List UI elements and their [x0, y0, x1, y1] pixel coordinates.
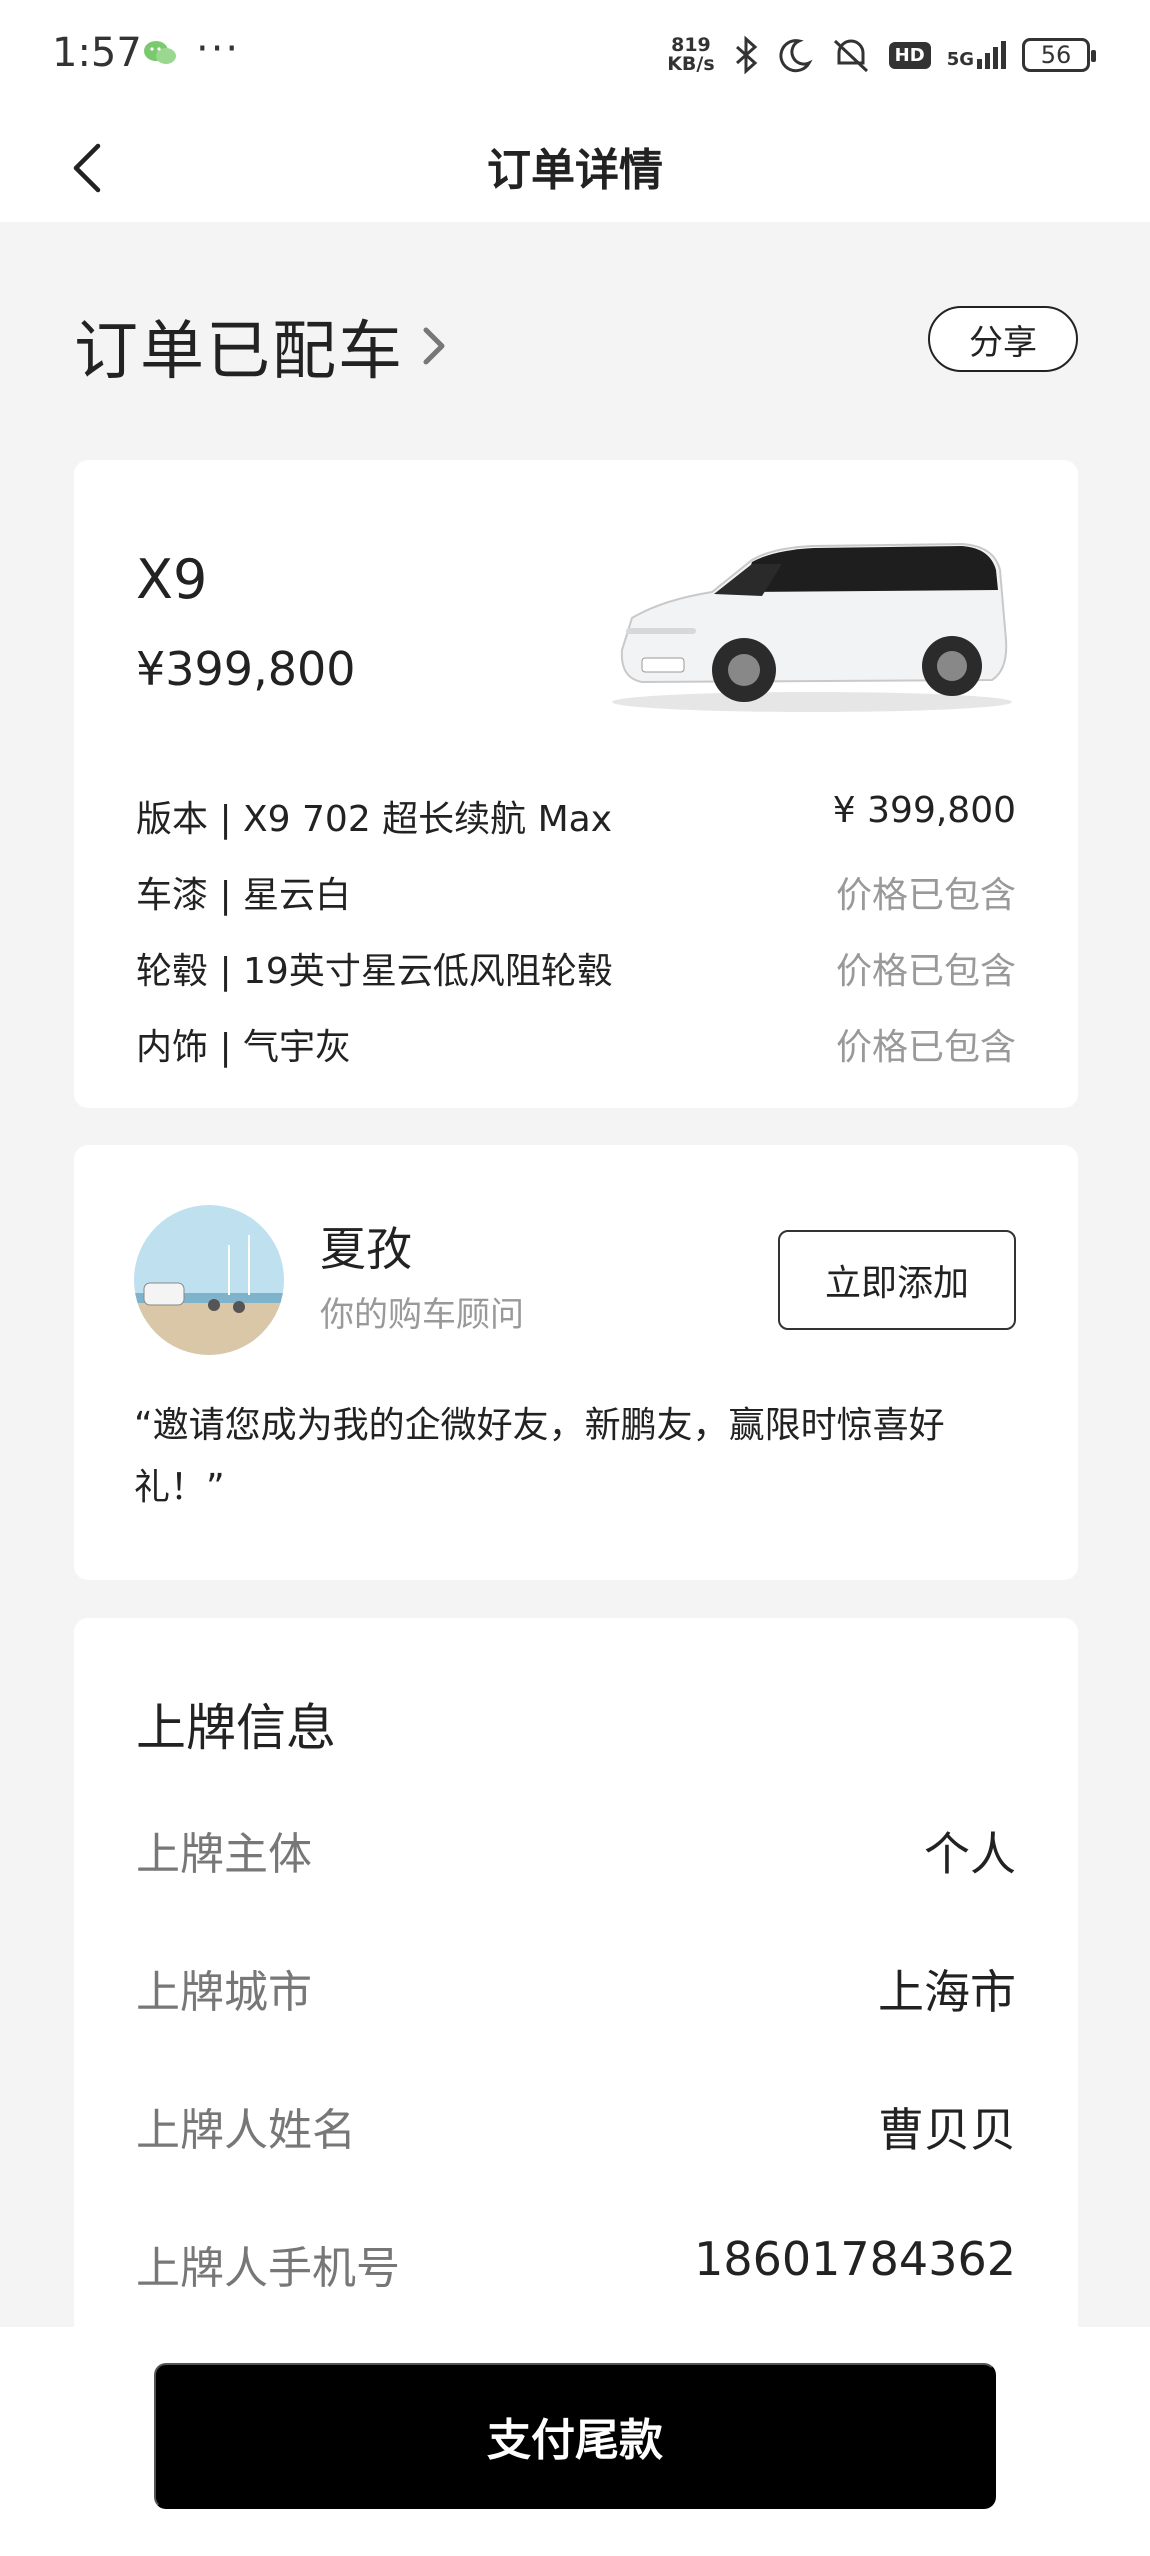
spec-row-version: 版本 | X9 702 超长续航 Max ¥ 399,800 [136, 790, 1016, 840]
battery-icon: 56 [1022, 38, 1096, 72]
bottom-action-bar: 支付尾款 [0, 2327, 1150, 2556]
advisor-role: 你的购车顾问 [320, 1295, 524, 1335]
order-status-title[interactable]: 订单已配车 [74, 300, 404, 392]
moon-icon [779, 39, 813, 73]
add-advisor-button[interactable]: 立即添加 [778, 1230, 1016, 1330]
pay-balance-button[interactable]: 支付尾款 [154, 2363, 996, 2509]
status-icons: 819 KB/s HD 5G 56 [667, 30, 1096, 80]
advisor-quote: “邀请您成为我的企微好友，新鹏友，赢限时惊喜好礼！” [134, 1405, 945, 1508]
plate-row-phone: 上牌人手机号 18601784362 [136, 2232, 1016, 2294]
car-model: X9 [136, 548, 208, 611]
network-speed: 819 KB/s [667, 34, 715, 75]
spec-row-paint: 车漆 | 星云白 价格已包含 [136, 875, 1016, 916]
spec-row-wheels: 轮毂 | 19英寸星云低风阻轮毂 价格已包含 [136, 951, 1016, 992]
bluetooth-icon [735, 35, 757, 75]
mute-bell-icon [833, 39, 868, 73]
wechat-icon [144, 41, 176, 64]
car-image [612, 542, 1012, 712]
nav-bar: 订单详情 [0, 110, 1150, 222]
advisor-name: 夏孜 [320, 1222, 412, 1276]
order-status-row: 订单已配车 分享 [74, 290, 1078, 390]
avatar [134, 1205, 284, 1355]
spec-row-interior: 内饰 | 气宇灰 价格已包含 [136, 1027, 1016, 1068]
more-notifications-icon: ··· [196, 26, 241, 72]
plate-row-subject: 上牌主体 个人 [136, 1827, 1016, 1881]
status-time: 1:57 [52, 30, 142, 76]
car-price: ¥399,800 [136, 642, 356, 696]
plate-row-city: 上牌城市 上海市 [136, 1965, 1016, 2019]
status-bar: 1:57 ··· 819 KB/s HD 5G 56 [0, 0, 1150, 110]
signal-icon: 5G [947, 41, 1006, 69]
chevron-right-icon[interactable] [414, 316, 454, 376]
hd-badge: HD [888, 41, 931, 69]
car-config-card: X9 ¥399,800 版本 | X9 702 超长续航 Max ¥ 399,8… [74, 460, 1078, 1108]
plate-info-title: 上牌信息 [136, 1699, 336, 1757]
advisor-card: 夏孜 你的购车顾问 立即添加 “邀请您成为我的企微好友，新鹏友，赢限时惊喜好礼！… [74, 1145, 1078, 1580]
page-title: 订单详情 [487, 145, 663, 196]
share-button[interactable]: 分享 [928, 306, 1078, 372]
plate-row-name: 上牌人姓名 曹贝贝 [136, 2103, 1016, 2157]
